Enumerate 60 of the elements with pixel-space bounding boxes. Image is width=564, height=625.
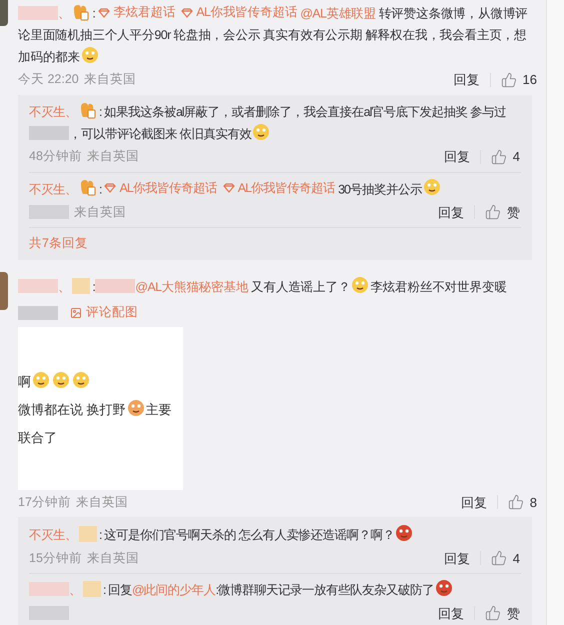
image-text: 啊 bbox=[18, 371, 183, 392]
reply-text: 不灭生、 : AL你我皆传奇超话 AL你我皆传奇超话 30号抽奖并公示 bbox=[29, 178, 521, 200]
reply-text: 、 : 回复@此间的少年人:微博群聊天记录一放有些队友杂又破防了 bbox=[29, 579, 521, 601]
comment-text: 、 : @AL大熊猫秘密基地 又有人造谣上了？ 李炫君粉丝不对世界变暖 bbox=[18, 276, 538, 298]
like-button[interactable]: 8 bbox=[508, 492, 538, 512]
user-name[interactable]: 不灭生、 bbox=[29, 528, 77, 542]
mention-link[interactable]: @此间的少年人 bbox=[132, 583, 216, 597]
more-replies-link[interactable]: 共7条回复 bbox=[29, 233, 88, 254]
like-button[interactable]: 赞 bbox=[485, 602, 521, 624]
diamond-icon bbox=[181, 8, 194, 18]
meta-text: 来自英国 bbox=[74, 204, 126, 220]
thumbs-up-icon bbox=[508, 494, 524, 510]
image-icon bbox=[70, 306, 82, 318]
diamond-icon bbox=[104, 183, 116, 193]
topic-link[interactable]: AL你我皆传奇超话 bbox=[222, 178, 336, 198]
reply-button[interactable]: 回复 bbox=[438, 202, 464, 222]
user-name[interactable]: 、 bbox=[58, 6, 70, 20]
thumbs-up-icon bbox=[485, 204, 501, 220]
diamond-icon bbox=[98, 8, 110, 18]
thumbs-up-icon bbox=[490, 550, 507, 566]
user-name[interactable]: 、 bbox=[69, 583, 81, 597]
like-button[interactable]: 16 bbox=[500, 69, 538, 90]
image-link[interactable]: 评论配图 bbox=[70, 302, 138, 323]
reply-button[interactable]: 回复 bbox=[444, 548, 470, 568]
like-button[interactable]: 赞 bbox=[485, 202, 521, 222]
meta-text: 今天 22:20 bbox=[18, 71, 79, 88]
user-name[interactable]: 不灭生、 bbox=[29, 182, 77, 196]
topic-link[interactable]: AL你我皆传奇超话 bbox=[104, 178, 217, 198]
meta-text: 来自英国 bbox=[76, 494, 128, 510]
meta-text: 来自英国 bbox=[84, 71, 136, 88]
mention-link[interactable]: @AL英雄联盟 bbox=[300, 6, 376, 20]
topic-link[interactable]: 李炫君超话 bbox=[98, 2, 176, 23]
reply-button[interactable]: 回复 bbox=[460, 492, 487, 512]
diamond-icon bbox=[222, 183, 235, 193]
reply-text: 不灭生、 : 如果我这条被al屏蔽了，或者删除了，我会直接在al官号底下发起抽奖 参与过 ，可以带评论截图来 依旧真实有效 bbox=[29, 102, 521, 144]
meta-text: 48分钟前 bbox=[29, 148, 82, 165]
image-text: 微博都在说 换打野 主要 bbox=[18, 399, 183, 420]
reply-button[interactable]: 回复 bbox=[444, 146, 470, 167]
topic-link[interactable]: AL你我皆传奇超话 bbox=[181, 2, 298, 23]
meta-text: 15分钟前 bbox=[29, 550, 82, 566]
meta-text: 来自英国 bbox=[86, 148, 139, 165]
like-button[interactable]: 4 bbox=[490, 146, 521, 167]
image-text: 联合了 bbox=[18, 429, 58, 447]
thumbs-up-icon bbox=[485, 605, 501, 621]
comment-text: 、 : 李炫君超话 AL你我皆传奇超话 @AL英雄联盟 转评赞这条微博，从微博评论里面随机抽三个人平分90r 轮盘抽，会公示 真实有效有公示期 解释权在我，我会看主页，想加码的都来 bbox=[18, 2, 538, 68]
badge-icon bbox=[72, 4, 90, 20]
reply-button[interactable]: 回复 bbox=[454, 69, 480, 90]
reply-button[interactable]: 回复 bbox=[438, 602, 464, 624]
user-name[interactable]: 、 bbox=[58, 280, 70, 294]
comment-image[interactable]: 啊 微博都在说 换打野 主要 联合了 bbox=[18, 327, 183, 490]
thumbs-up-icon bbox=[490, 148, 507, 164]
reply-text: 不灭生、 : 这可是你们官号啊天杀的 怎么有人卖惨还造谣啊？啊？ bbox=[29, 524, 521, 546]
badge-icon bbox=[79, 179, 97, 196]
meta-text: 17分钟前 bbox=[18, 494, 71, 510]
mention-link[interactable]: @AL大熊猫秘密基地 bbox=[135, 280, 248, 294]
badge-icon bbox=[79, 102, 97, 118]
thumbs-up-icon bbox=[500, 72, 517, 88]
user-name[interactable]: 不灭生、 bbox=[29, 104, 77, 118]
like-button[interactable]: 4 bbox=[490, 548, 521, 568]
meta-text: 来自英国 bbox=[86, 550, 139, 566]
